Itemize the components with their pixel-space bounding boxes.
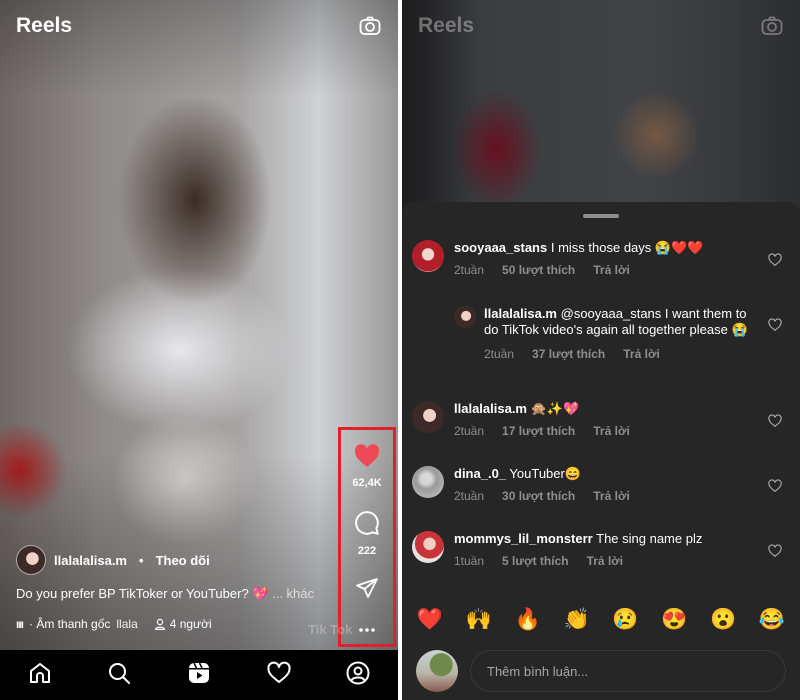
nav-profile[interactable] xyxy=(345,660,371,686)
tiktok-watermark: Tik Tok xyxy=(308,622,353,637)
comment-reply-item: llalalalisa.m @sooyaaa_stans I want them… xyxy=(454,306,754,361)
post-caption[interactable]: Do you prefer BP TikToker or YouTuber? 💖… xyxy=(16,586,314,602)
reels-video-screen: Reels 62,4K 222 llalalalisa.m • Theo dõi… xyxy=(0,0,398,700)
comment-username[interactable]: llalalalisa.m xyxy=(484,306,557,321)
emoji-heart-eyes-button[interactable]: 😍 xyxy=(660,606,688,634)
comment-item: sooyaaa_stans I miss those days 😭❤️❤️ 2t… xyxy=(412,240,772,277)
reels-icon xyxy=(188,662,209,683)
search-icon xyxy=(109,663,131,684)
tagged-people[interactable]: 4 người xyxy=(154,617,212,631)
emoji-fire-button[interactable]: 🔥 xyxy=(514,606,542,634)
follow-button[interactable]: Theo dõi xyxy=(156,553,210,568)
reply-button[interactable]: Trả lời xyxy=(623,347,660,361)
comment-action[interactable]: 222 xyxy=(341,510,393,557)
profile-icon xyxy=(346,661,370,685)
my-avatar xyxy=(416,650,458,692)
reels-comments-screen: Reels sooyaaa_stans I miss those days 😭❤… xyxy=(402,0,800,700)
comment-like-heart-icon[interactable] xyxy=(768,479,782,493)
emoji-surprised-button[interactable]: 😮 xyxy=(709,606,737,634)
comment-text: YouTuber😄 xyxy=(509,466,582,481)
comment-like-heart-icon[interactable] xyxy=(768,544,782,558)
emoji-clap-button[interactable]: 👏 xyxy=(563,606,591,634)
sheet-drag-handle[interactable] xyxy=(583,214,619,218)
nav-activity[interactable] xyxy=(266,660,292,686)
comment-item: llalalalisa.m 🙊✨💖 2tuần 17 lượt thích Tr… xyxy=(412,401,772,438)
audio-bars-icon: ııı xyxy=(16,617,24,631)
nav-home[interactable] xyxy=(27,660,53,686)
comment-like-heart-icon[interactable] xyxy=(768,318,782,332)
more-dots-icon[interactable] xyxy=(357,620,377,638)
comment-time: 2tuần xyxy=(454,263,485,277)
page-title: Reels xyxy=(16,14,73,37)
comment-time: 2tuần xyxy=(454,489,485,503)
audio-row: ııı · Âm thanh gốc llala 4 người xyxy=(16,617,212,631)
reply-button[interactable]: Trả lời xyxy=(593,263,630,277)
person-icon xyxy=(154,618,165,630)
comment-text: 🙊✨💖 xyxy=(530,401,580,416)
author-username[interactable]: llalalalisa.m xyxy=(54,553,127,568)
comment-time: 2tuần xyxy=(484,347,515,361)
home-icon xyxy=(29,663,50,683)
reels-header: Reels xyxy=(16,14,382,38)
commenter-avatar[interactable] xyxy=(412,531,444,563)
comment-username[interactable]: dina_.0_ xyxy=(454,466,506,481)
commenter-avatar[interactable] xyxy=(412,240,444,272)
tagged-people-count: 4 người xyxy=(169,617,212,631)
like-action[interactable]: 62,4K xyxy=(341,444,393,489)
commenter-avatar[interactable] xyxy=(412,466,444,498)
reply-button[interactable]: Trả lời xyxy=(593,489,630,503)
comment-time: 1tuần xyxy=(454,554,485,568)
comment-time: 2tuần xyxy=(454,424,485,438)
emoji-laughing-button[interactable]: 😂 xyxy=(758,606,786,634)
camera-icon[interactable] xyxy=(760,14,784,38)
actions-highlight-box: 62,4K 222 xyxy=(338,427,396,647)
comment-item: dina_.0_ YouTuber😄 2tuần 30 lượt thích T… xyxy=(412,466,772,503)
comment-likes[interactable]: 37 lượt thích xyxy=(532,347,605,361)
comment-count: 222 xyxy=(357,545,377,557)
reply-button[interactable]: Trả lời xyxy=(593,424,630,438)
comment-text: The sing name plz xyxy=(596,531,703,546)
send-paper-plane-icon[interactable] xyxy=(355,576,379,605)
caption-more-link[interactable]: ... khác xyxy=(272,586,314,601)
comment-likes[interactable]: 17 lượt thích xyxy=(502,424,575,438)
emoji-crying-button[interactable]: 😢 xyxy=(611,606,639,634)
comment-likes[interactable]: 30 lượt thích xyxy=(502,489,575,503)
nav-reels[interactable] xyxy=(186,660,212,686)
comment-likes[interactable]: 50 lượt thích xyxy=(502,263,575,277)
nav-search[interactable] xyxy=(106,660,132,686)
comment-composer xyxy=(416,650,786,692)
like-count: 62,4K xyxy=(352,477,382,489)
post-author-row: llalalalisa.m • Theo dõi xyxy=(16,545,210,575)
comment-item: mommys_lil_monsterr The sing name plz 1t… xyxy=(412,531,772,568)
comment-like-heart-icon[interactable] xyxy=(768,253,782,267)
reels-header: Reels xyxy=(418,14,784,38)
commenter-avatar[interactable] xyxy=(412,401,444,433)
comment-text: I miss those days 😭❤️❤️ xyxy=(550,240,704,255)
comment-username[interactable]: mommys_lil_monsterr xyxy=(454,531,593,546)
audio-author[interactable]: llala xyxy=(116,617,137,631)
comment-likes[interactable]: 5 lượt thích xyxy=(502,554,569,568)
author-avatar[interactable] xyxy=(16,545,46,575)
comment-username[interactable]: llalalalisa.m xyxy=(454,401,527,416)
add-comment-input[interactable] xyxy=(470,650,786,692)
heart-filled-icon[interactable] xyxy=(354,444,380,473)
quick-emoji-bar: ❤️ 🙌 🔥 👏 😢 😍 😮 😂 xyxy=(416,606,786,634)
reply-button[interactable]: Trả lời xyxy=(587,554,624,568)
status-bar xyxy=(0,0,398,8)
camera-icon[interactable] xyxy=(358,14,382,38)
separator-dot: • xyxy=(139,552,144,568)
emoji-heart-button[interactable]: ❤️ xyxy=(416,606,444,634)
comment-like-heart-icon[interactable] xyxy=(768,414,782,428)
activity-heart-icon xyxy=(267,661,291,683)
caption-text: Do you prefer BP TikToker or YouTuber? 💖 xyxy=(16,586,269,601)
comment-username[interactable]: sooyaaa_stans xyxy=(454,240,547,255)
page-title: Reels xyxy=(418,14,475,37)
bottom-navigation xyxy=(0,650,398,700)
audio-label[interactable]: · Âm thanh gốc xyxy=(29,617,110,631)
commenter-avatar[interactable] xyxy=(454,306,476,328)
comment-bubble-icon[interactable] xyxy=(354,510,380,541)
emoji-raising-hands-button[interactable]: 🙌 xyxy=(465,606,493,634)
share-action[interactable] xyxy=(341,576,393,605)
